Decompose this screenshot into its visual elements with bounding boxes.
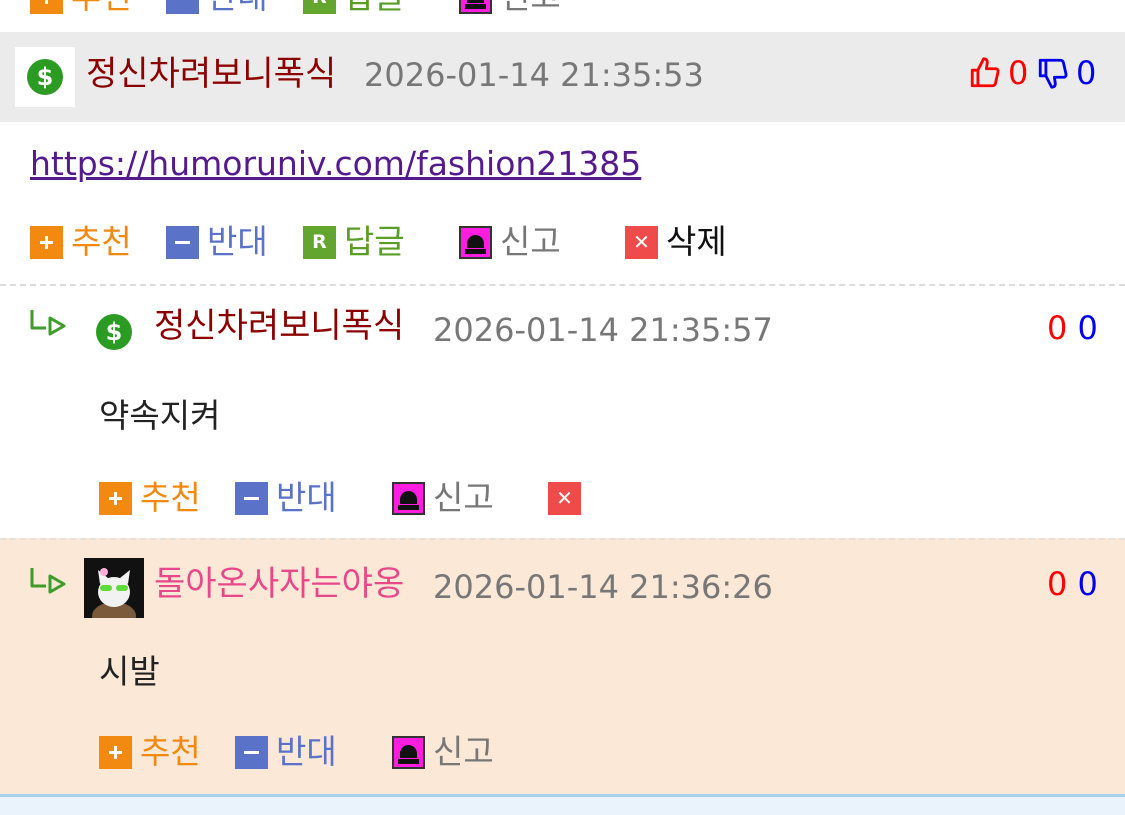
reply-r-icon: R: [303, 0, 336, 14]
report-button[interactable]: 신고: [392, 478, 494, 518]
delete-x-icon: ✕: [625, 225, 658, 259]
minus-icon: [235, 735, 268, 769]
delete-button[interactable]: ✕: [548, 482, 589, 515]
plus-icon: [99, 481, 132, 515]
oppose-button[interactable]: 반대: [235, 732, 337, 772]
comment-timestamp: 2026-01-14 21:35:57: [433, 311, 773, 349]
minus-icon: [235, 481, 268, 515]
minus-icon: [166, 225, 199, 259]
comment-text: 약속지켜: [99, 396, 221, 435]
oppose-button[interactable]: 반대: [166, 222, 268, 262]
dislike-count[interactable]: 0: [1078, 309, 1098, 347]
comment-link[interactable]: https://humoruniv.com/fashion21385: [30, 142, 641, 186]
siren-icon: [392, 735, 425, 769]
comment-nickname[interactable]: 정신차려보니폭식: [86, 52, 336, 96]
oppose-button[interactable]: 반대: [166, 0, 268, 17]
reply-arrow-icon: [28, 306, 68, 353]
comment-nickname[interactable]: 정신차려보니폭식: [154, 304, 404, 348]
siren-icon: [459, 225, 492, 259]
comment-timestamp: 2026-01-14 21:35:53: [364, 56, 704, 94]
thumbs-up-icon: [970, 57, 1000, 88]
top-partial-actions: 추천 반대 R 답글 신고: [0, 0, 1125, 34]
like-count: 0: [1008, 54, 1029, 92]
delete-x-icon: ✕: [548, 482, 581, 515]
dislike-button[interactable]: 0: [1036, 54, 1096, 92]
comment-highlighted: 돌아온사자는야옹 2026-01-14 21:36:26 0 0 시발 추천 반…: [0, 538, 1125, 796]
delete-button[interactable]: ✕ 삭제: [625, 222, 727, 262]
divider: [0, 284, 1125, 286]
comment-header: $ 정신차려보니폭식 2026-01-14 21:35:53 0 0: [0, 32, 1125, 122]
dollar-icon: $: [96, 314, 132, 350]
siren-icon: [392, 481, 425, 515]
recommend-button[interactable]: 추천: [99, 478, 201, 518]
reply-r-icon: R: [303, 225, 336, 259]
vote-counts: 0 0: [1047, 562, 1098, 606]
thumbs-down-icon: [1038, 58, 1068, 89]
dislike-count: 0: [1076, 54, 1097, 92]
recommend-button[interactable]: 추천: [30, 222, 132, 262]
plus-icon: [30, 225, 63, 259]
minus-icon: [166, 0, 199, 14]
reply-button[interactable]: R 답글: [303, 222, 405, 262]
recommend-button[interactable]: 추천: [99, 732, 201, 772]
comment-nickname[interactable]: 돌아온사자는야옹: [154, 562, 404, 606]
like-count[interactable]: 0: [1047, 565, 1067, 603]
avatar-image: [84, 558, 144, 618]
dollar-icon: $: [27, 59, 63, 95]
report-button[interactable]: 신고: [459, 0, 561, 17]
like-count[interactable]: 0: [1047, 309, 1067, 347]
siren-icon: [459, 0, 492, 14]
vote-counts: 0 0: [1047, 306, 1098, 350]
plus-icon: [99, 735, 132, 769]
like-button[interactable]: 0: [968, 54, 1028, 92]
report-button[interactable]: 신고: [459, 222, 561, 262]
plus-icon: [30, 0, 63, 14]
reply-button[interactable]: R 답글: [303, 0, 405, 17]
comment-text: 시발: [99, 652, 160, 691]
comment-timestamp: 2026-01-14 21:36:26: [433, 568, 773, 606]
recommend-button[interactable]: 추천: [30, 0, 132, 17]
avatar: [84, 558, 144, 618]
reply-arrow-icon: [28, 564, 68, 611]
avatar: $: [15, 47, 75, 107]
dislike-count[interactable]: 0: [1078, 565, 1098, 603]
oppose-button[interactable]: 반대: [235, 478, 337, 518]
report-button[interactable]: 신고: [392, 732, 494, 772]
